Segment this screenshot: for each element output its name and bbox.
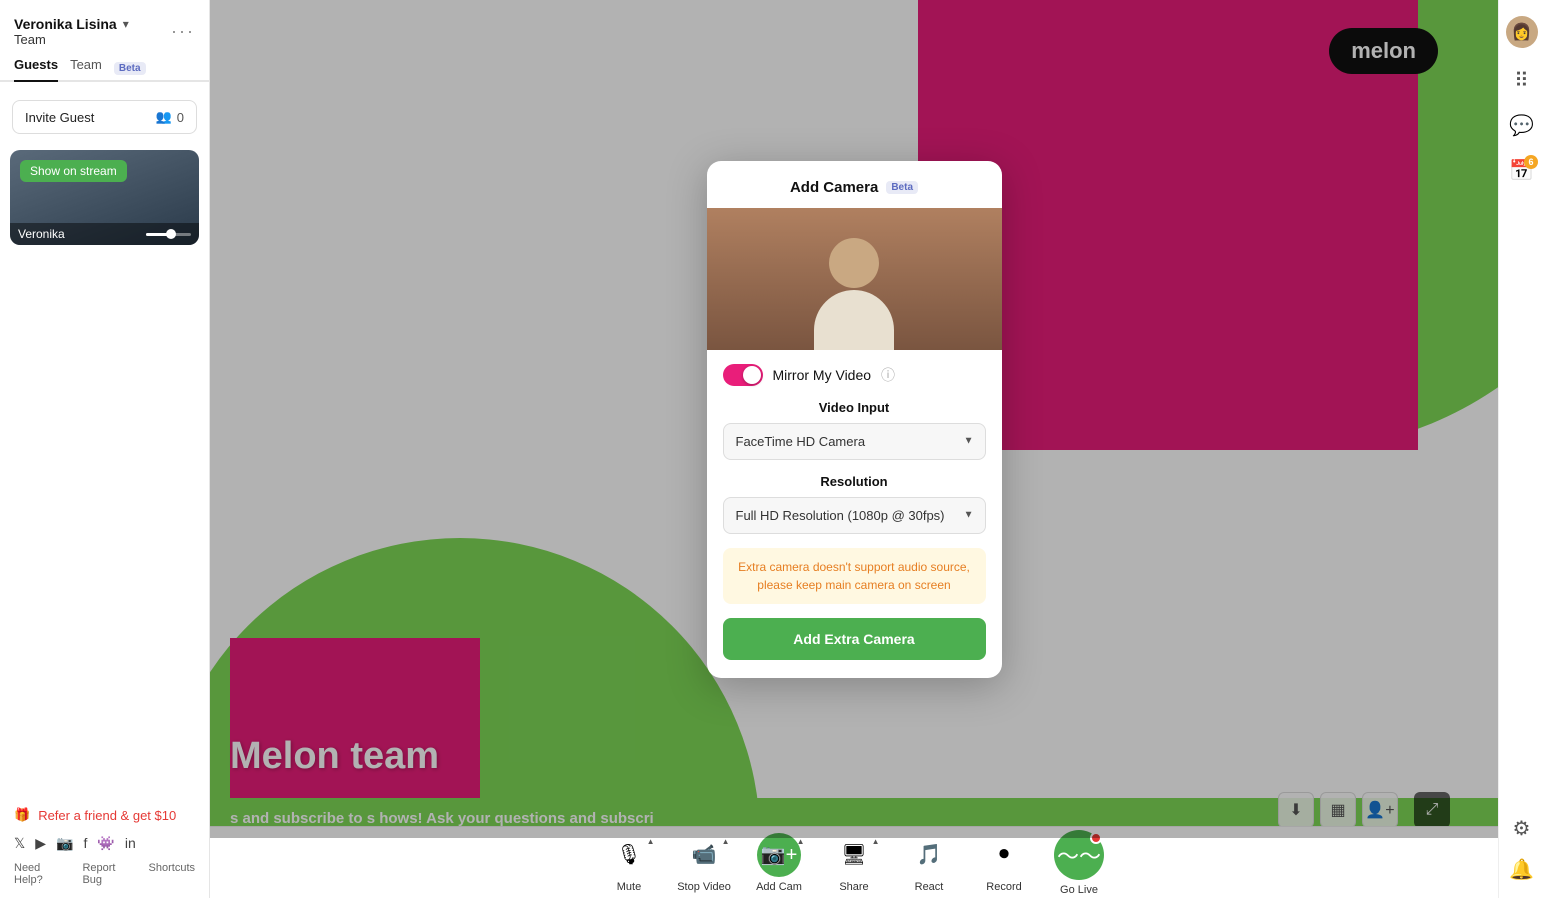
video-input-select[interactable]: FaceTime HD Camera: [723, 423, 986, 460]
guest-count-area: 👥 0: [156, 109, 184, 125]
sidebar: Veronika Lisina ▾ Team ··· Guests Team B…: [0, 0, 210, 898]
warning-box: Extra camera doesn't support audio sourc…: [723, 548, 986, 604]
sidebar-footer: 🎁 Refer a friend & get $10 𝕏 ▶ 📷 f 👾 in …: [0, 795, 209, 898]
react-icon: 🎵: [907, 833, 951, 877]
mute-icon: 🎙: [607, 833, 651, 877]
sidebar-tabs: Guests Team Beta: [0, 57, 209, 82]
stop-video-label: Stop Video: [677, 881, 731, 893]
people-panel-icon[interactable]: ⠿: [1514, 68, 1529, 93]
guest-name: Veronika: [18, 227, 65, 241]
resolution-select-wrap: Full HD Resolution (1080p @ 30fps) ▼: [723, 497, 986, 534]
user-avatar[interactable]: 👩: [1506, 16, 1538, 48]
shortcuts-link[interactable]: Shortcuts: [149, 862, 195, 886]
linkedin-icon[interactable]: in: [125, 835, 136, 852]
beta-badge: Beta: [114, 62, 146, 75]
guest-card: Show on stream Veronika: [10, 150, 199, 245]
mirror-label: Mirror My Video: [773, 367, 872, 383]
calendar-badge: 6: [1524, 155, 1538, 169]
mirror-row: Mirror My Video ⓘ: [723, 364, 986, 386]
video-input-select-wrap: FaceTime HD Camera ▼: [723, 423, 986, 460]
modal-header: Add Camera Beta: [707, 161, 1002, 208]
add-cam-label: Add Cam: [756, 881, 802, 893]
share-icon: 🖥: [832, 833, 876, 877]
sidebar-title-block: Veronika Lisina ▾ Team: [14, 16, 129, 47]
sidebar-user-row[interactable]: Veronika Lisina ▾: [14, 16, 129, 32]
record-button[interactable]: ⏺ Record: [977, 833, 1032, 893]
refer-label: Refer a friend & get $10: [38, 808, 176, 823]
chevron-down-icon[interactable]: ▾: [123, 17, 129, 31]
add-extra-camera-button[interactable]: Add Extra Camera: [723, 618, 986, 660]
notification-icon[interactable]: 🔔: [1509, 857, 1534, 882]
sidebar-links: Need Help? Report Bug Shortcuts: [14, 862, 195, 886]
modal-body: Mirror My Video ⓘ Video Input FaceTime H…: [707, 350, 1002, 678]
refer-link[interactable]: 🎁 Refer a friend & get $10: [14, 807, 195, 823]
add-cam-icon: 📷+: [757, 833, 801, 877]
guest-name-bar: Veronika: [10, 223, 199, 245]
warning-text: Extra camera doesn't support audio sourc…: [738, 560, 970, 592]
camera-feed: [707, 208, 1002, 350]
react-label: React: [915, 881, 944, 893]
record-label: Record: [986, 881, 1021, 893]
stop-video-button[interactable]: 📹 ▲ Stop Video: [677, 833, 732, 893]
person-body: [814, 290, 894, 350]
report-bug-link[interactable]: Report Bug: [82, 862, 136, 886]
volume-thumb: [166, 229, 176, 239]
share-label: Share: [839, 881, 868, 893]
record-icon: ⏺: [982, 833, 1026, 877]
right-panel: 👩 ⠿ 💬 📅 6 ⚙ 🔔: [1498, 0, 1544, 898]
add-cam-button[interactable]: 📷+ ▲ Add Cam: [752, 833, 807, 893]
mute-button[interactable]: 🎙 ▲ Mute: [602, 833, 657, 893]
invite-guest-button[interactable]: Invite Guest 👥 0: [12, 100, 197, 134]
settings-icon[interactable]: ⚙: [1513, 816, 1531, 841]
react-button[interactable]: 🎵 React: [902, 833, 957, 893]
people-icon: 👥: [156, 109, 172, 125]
calendar-icon[interactable]: 📅 6: [1509, 158, 1534, 183]
add-camera-modal: Add Camera Beta Mirror My Video ⓘ Video …: [707, 161, 1002, 678]
gift-icon: 🎁: [14, 807, 30, 823]
share-button[interactable]: 🖥 ▲ Share: [827, 833, 882, 893]
resolution-label: Resolution: [723, 474, 986, 489]
mirror-toggle[interactable]: [723, 364, 763, 386]
show-on-stream-button[interactable]: Show on stream: [20, 160, 127, 182]
video-input-label: Video Input: [723, 400, 986, 415]
modal-beta-badge: Beta: [886, 181, 918, 194]
go-live-button[interactable]: 〜〜 Go Live: [1052, 830, 1107, 896]
modal-video-preview: [707, 208, 1002, 350]
toggle-knob: [743, 366, 761, 384]
sidebar-team-label: Team: [14, 32, 129, 47]
chat-icon[interactable]: 💬: [1509, 113, 1534, 138]
right-panel-bottom: ⚙ 🔔: [1509, 816, 1534, 882]
volume-slider[interactable]: [146, 233, 191, 236]
mute-label: Mute: [617, 881, 641, 893]
facebook-icon[interactable]: f: [84, 835, 88, 852]
guest-count: 0: [177, 110, 184, 125]
person-head: [829, 238, 879, 288]
more-options-icon[interactable]: ···: [171, 21, 195, 42]
info-icon[interactable]: ⓘ: [881, 365, 895, 385]
modal-overlay[interactable]: Add Camera Beta Mirror My Video ⓘ Video …: [210, 0, 1498, 838]
youtube-icon[interactable]: ▶: [35, 835, 46, 852]
resolution-select[interactable]: Full HD Resolution (1080p @ 30fps): [723, 497, 986, 534]
social-icons: 𝕏 ▶ 📷 f 👾 in: [14, 835, 195, 852]
sidebar-username: Veronika Lisina: [14, 16, 117, 32]
need-help-link[interactable]: Need Help?: [14, 862, 70, 886]
invite-guest-label: Invite Guest: [25, 110, 94, 125]
stop-video-icon: 📹: [682, 833, 726, 877]
modal-title: Add Camera: [790, 179, 878, 196]
sidebar-tab-guests[interactable]: Guests: [14, 57, 58, 82]
sidebar-header: Veronika Lisina ▾ Team ···: [0, 0, 209, 57]
sidebar-tab-team[interactable]: Team: [70, 57, 102, 82]
reddit-icon[interactable]: 👾: [97, 835, 114, 852]
volume-track: [146, 233, 191, 236]
twitter-icon[interactable]: 𝕏: [14, 835, 25, 852]
go-live-label: Go Live: [1060, 884, 1098, 896]
main-content: melon Melon team s and subscribe to s ho…: [210, 0, 1498, 898]
instagram-icon[interactable]: 📷: [56, 835, 73, 852]
